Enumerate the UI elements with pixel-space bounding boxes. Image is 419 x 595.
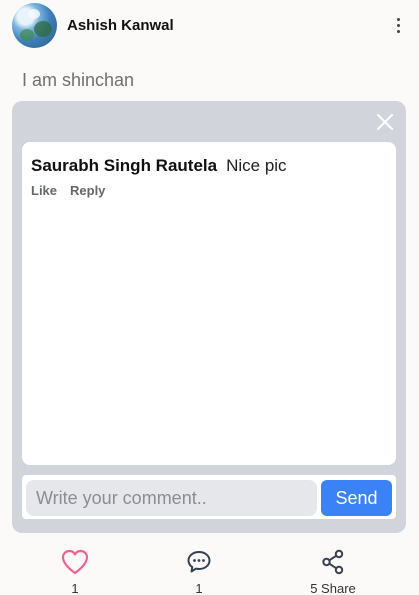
post-caption: I am shinchan bbox=[22, 70, 135, 90]
post-author-name[interactable]: Ashish Kanwal bbox=[67, 17, 174, 34]
comment-text: Nice pic bbox=[226, 156, 287, 175]
heart-icon bbox=[61, 549, 89, 575]
comment-author[interactable]: Saurabh Singh Rautela bbox=[31, 156, 217, 176]
comment-like-button[interactable]: Like bbox=[31, 183, 57, 198]
post-header: Ashish Kanwal bbox=[0, 0, 419, 52]
share-button[interactable]: 5 Share bbox=[293, 548, 373, 595]
comment-button[interactable]: 1 bbox=[179, 548, 219, 595]
avatar[interactable] bbox=[12, 3, 57, 48]
comments-list: Saurabh Singh Rautela Nice pic Like Repl… bbox=[22, 142, 396, 465]
send-button[interactable]: Send bbox=[321, 480, 392, 516]
chat-bubble-icon bbox=[187, 551, 211, 573]
share-icon bbox=[322, 549, 344, 575]
close-icon[interactable] bbox=[374, 111, 396, 133]
comment-item: Saurabh Singh Rautela Nice pic Like Repl… bbox=[31, 156, 387, 198]
comment-input[interactable] bbox=[26, 480, 317, 516]
post-action-bar: 1 1 5 Share bbox=[0, 548, 419, 595]
comment-count: 1 bbox=[195, 581, 203, 595]
comment-composer: Send bbox=[22, 475, 396, 519]
comment-reply-button[interactable]: Reply bbox=[70, 183, 105, 198]
more-options-icon[interactable] bbox=[391, 14, 405, 36]
comments-modal: Saurabh Singh Rautela Nice pic Like Repl… bbox=[12, 101, 406, 533]
like-count: 1 bbox=[71, 581, 79, 595]
like-button[interactable]: 1 bbox=[55, 548, 95, 595]
share-label: 5 Share bbox=[310, 581, 356, 595]
